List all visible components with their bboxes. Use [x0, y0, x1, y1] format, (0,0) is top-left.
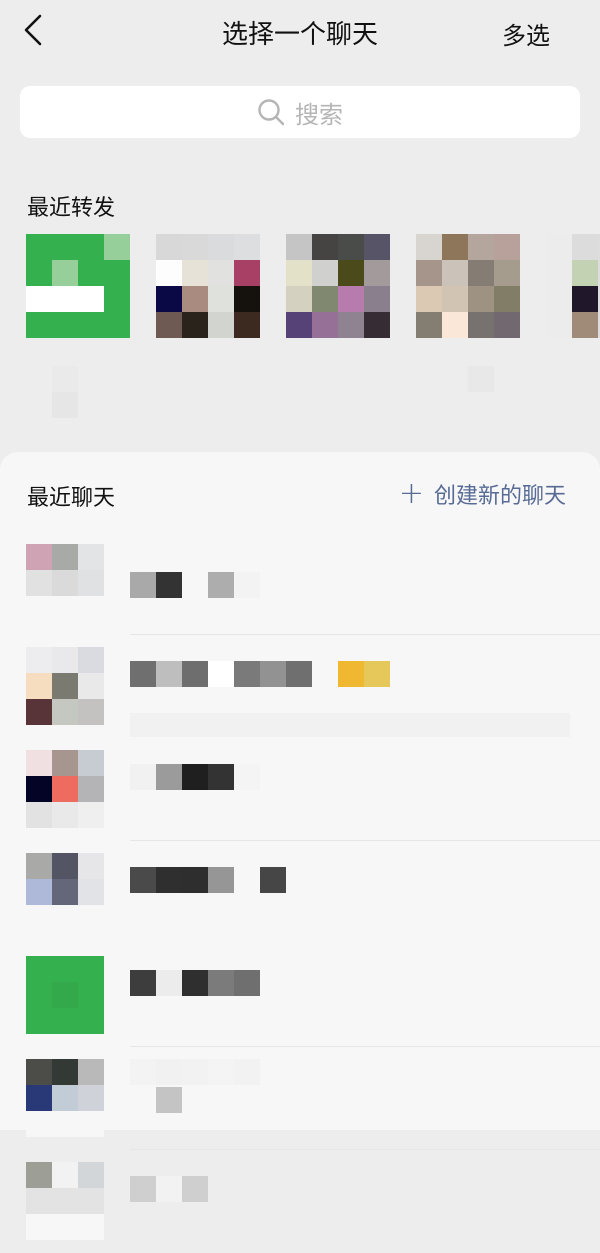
- avatar: [26, 1059, 104, 1137]
- chat-name: [130, 1176, 208, 1202]
- chat-preview: [130, 1087, 182, 1113]
- plus-icon: +: [398, 476, 424, 511]
- chat-row[interactable]: [0, 532, 600, 635]
- recent-chats-label: 最近聊天: [27, 486, 116, 511]
- chat-row[interactable]: [0, 944, 600, 1047]
- recent-forward-row: [26, 234, 600, 338]
- recent-chats-sheet: 最近聊天 + 创建新的聊天: [0, 452, 600, 1240]
- chat-name: [130, 572, 260, 598]
- chat-row[interactable]: [0, 738, 600, 841]
- chat-name: [130, 1059, 260, 1085]
- avatar: [26, 956, 104, 1034]
- multi-select-button[interactable]: 多选: [502, 16, 550, 51]
- avatar: [26, 647, 104, 725]
- recent-forward-label: 最近转发: [27, 196, 116, 221]
- create-new-chat-button[interactable]: + 创建新的聊天: [399, 478, 566, 510]
- forward-avatar[interactable]: [156, 234, 260, 338]
- chat-preview: [130, 713, 570, 737]
- create-new-chat-label: 创建新的聊天: [433, 484, 566, 509]
- chat-row[interactable]: [0, 1150, 600, 1253]
- search-icon: [258, 99, 285, 126]
- avatar: [26, 544, 104, 622]
- avatar: [26, 853, 104, 931]
- chat-name: [130, 764, 260, 790]
- forward-avatar[interactable]: [546, 234, 600, 338]
- chat-list: [0, 532, 600, 1253]
- forward-names: [52, 362, 552, 422]
- forward-avatar[interactable]: [416, 234, 520, 338]
- chat-name: [130, 867, 286, 893]
- search-bar[interactable]: 搜索: [20, 86, 580, 138]
- avatar: [26, 750, 104, 828]
- forward-avatar[interactable]: [286, 234, 390, 338]
- chat-row[interactable]: [0, 841, 600, 944]
- chat-row[interactable]: [0, 1047, 600, 1150]
- chat-name: [130, 970, 260, 996]
- chat-row[interactable]: [0, 635, 600, 738]
- sheet-header: 最近聊天 + 创建新的聊天: [0, 452, 600, 532]
- forward-avatar[interactable]: [26, 234, 130, 338]
- search-placeholder: 搜索: [295, 100, 343, 129]
- chat-name: [130, 661, 390, 687]
- header: 选择一个聊天 多选: [0, 0, 600, 64]
- avatar: [26, 1162, 104, 1240]
